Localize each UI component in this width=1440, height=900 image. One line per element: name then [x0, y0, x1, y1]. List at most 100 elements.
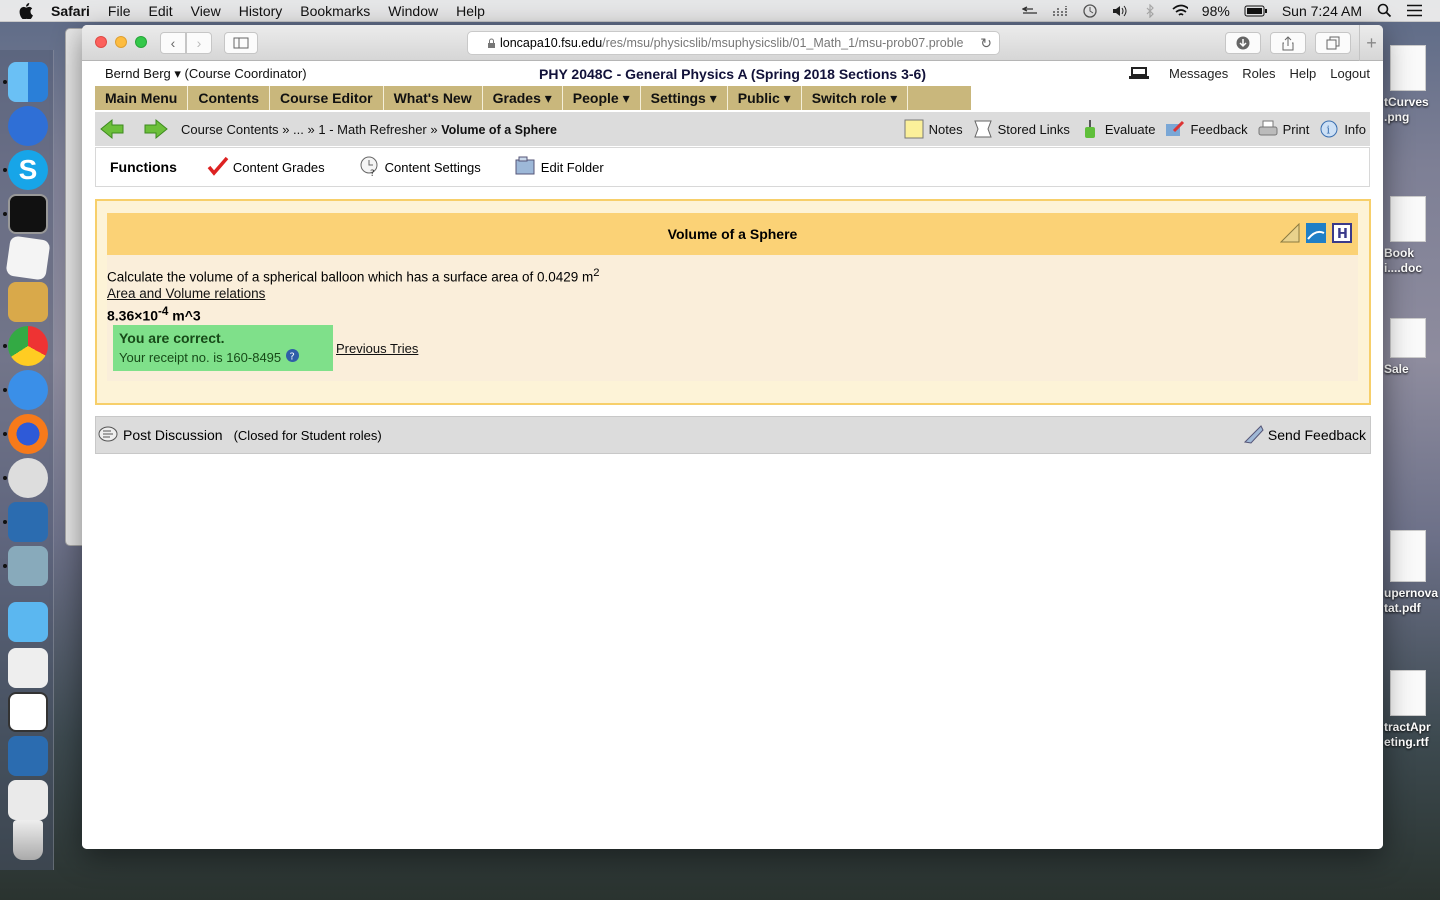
desktop-file[interactable]: tCurves .png	[1384, 45, 1440, 125]
menu-history[interactable]: History	[239, 3, 283, 19]
document-thumbnail-icon[interactable]	[8, 692, 48, 732]
nav-switch-role[interactable]: Switch role ▾	[802, 86, 909, 110]
notes-tool[interactable]: Notes	[904, 119, 963, 139]
menu-edit[interactable]: Edit	[148, 3, 172, 19]
evaluate-label: Evaluate	[1104, 121, 1156, 137]
volume-icon[interactable]	[1112, 4, 1128, 18]
desktop-file[interactable]: tractApr eting.rtf	[1384, 670, 1440, 750]
new-tab-button[interactable]: +	[1359, 25, 1383, 61]
terminal-icon[interactable]	[8, 194, 48, 234]
time-machine-icon[interactable]	[1082, 3, 1098, 18]
messages-link[interactable]: Messages	[1169, 66, 1228, 83]
finder-icon[interactable]	[8, 62, 48, 102]
zoom-window-button[interactable]	[135, 36, 147, 48]
menu-bookmarks[interactable]: Bookmarks	[300, 3, 370, 19]
area-volume-hint-link[interactable]: Area and Volume relations	[107, 286, 265, 301]
spotlight-search-icon[interactable]	[1376, 3, 1392, 18]
menu-window[interactable]: Window	[388, 3, 438, 19]
downloads-button[interactable]	[1225, 32, 1261, 54]
calendar-leaf-icon[interactable]	[8, 502, 48, 542]
share-icon	[1282, 35, 1294, 50]
minimize-window-button[interactable]	[115, 36, 127, 48]
desktop-file[interactable]: Sale	[1384, 318, 1440, 377]
nav-whats-new[interactable]: What's New	[384, 86, 483, 110]
reload-icon[interactable]: ↻	[980, 35, 992, 52]
nav-course-editor[interactable]: Course Editor	[270, 86, 384, 110]
user-menu[interactable]: Bernd Berg ▾ (Course Coordinator)	[105, 66, 307, 82]
messages-icon[interactable]	[1128, 66, 1149, 83]
forward-button[interactable]: ›	[186, 32, 212, 54]
logout-link[interactable]: Logout	[1330, 66, 1370, 83]
menu-file[interactable]: File	[108, 3, 131, 19]
ruler-icon[interactable]	[1279, 222, 1300, 246]
document-thumbnail-icon[interactable]	[8, 648, 48, 688]
stored-links-tool[interactable]: Stored Links	[973, 119, 1070, 139]
tabs-overview-button[interactable]	[1315, 32, 1351, 54]
x11-icon[interactable]	[8, 458, 48, 498]
calendar-leaf-icon[interactable]	[8, 736, 48, 776]
previous-tries-link[interactable]: Previous Tries	[336, 341, 418, 356]
calculator-icon[interactable]	[8, 282, 48, 322]
evaluate-tool[interactable]: Evaluate	[1080, 119, 1156, 139]
help-question-icon[interactable]: ?	[285, 348, 300, 366]
desktop-file[interactable]: upernova tat.pdf	[1384, 530, 1440, 616]
address-bar[interactable]: loncapa10.fsu.edu/res/msu/physicslib/msu…	[467, 31, 1000, 55]
menubar-clock[interactable]: Sun 7:24 AM	[1282, 3, 1362, 19]
network-status-icon[interactable]	[1052, 4, 1068, 18]
user-name[interactable]: Bernd Berg ▾	[105, 66, 181, 81]
nav-main-menu[interactable]: Main Menu	[95, 86, 189, 110]
lon-capa-page: PHY 2048C - General Physics A (Spring 20…	[82, 62, 1383, 849]
nav-contents[interactable]: Contents	[188, 86, 271, 110]
back-button[interactable]: ‹	[160, 32, 186, 54]
textedit-icon[interactable]	[5, 235, 51, 281]
sidebar-button[interactable]	[224, 32, 258, 54]
nav-public[interactable]: Public ▾	[728, 86, 802, 110]
print-tool[interactable]: Print	[1258, 119, 1309, 139]
safari-icon[interactable]	[8, 370, 48, 410]
wifi-icon[interactable]	[1172, 4, 1188, 18]
screenshot-thumbnail-icon[interactable]	[8, 780, 48, 820]
bluetooth-icon[interactable]	[1142, 3, 1158, 18]
menu-safari[interactable]: Safari	[51, 3, 90, 19]
send-feedback-link[interactable]: Send Feedback	[1243, 424, 1366, 447]
share-button[interactable]	[1270, 32, 1306, 54]
trash-icon[interactable]	[13, 820, 43, 860]
problem-body: Calculate the volume of a spherical ball…	[107, 255, 1358, 381]
desktop-file[interactable]: Book i....doc	[1384, 196, 1440, 276]
skype-icon[interactable]: S	[8, 150, 48, 190]
breadcrumb-course-contents[interactable]: Course Contents	[181, 122, 279, 137]
breadcrumb-ellipsis[interactable]: ...	[293, 122, 304, 137]
battery-icon[interactable]	[1244, 4, 1268, 18]
preview-icon[interactable]	[8, 546, 48, 586]
roles-link[interactable]: Roles	[1242, 66, 1275, 83]
menu-view[interactable]: View	[191, 3, 221, 19]
html-editor-icon[interactable]: H	[1332, 223, 1352, 246]
previous-arrow-icon[interactable]	[99, 118, 125, 140]
notification-center-icon[interactable]	[1406, 4, 1422, 18]
apple-icon[interactable]	[19, 2, 35, 19]
nav-people[interactable]: People ▾	[563, 86, 641, 110]
edit-problem-icon[interactable]	[1306, 223, 1326, 246]
post-discussion-link[interactable]: Post Discussion	[123, 427, 223, 443]
stored-links-label: Stored Links	[997, 121, 1070, 137]
content-grades-link[interactable]: Content Grades	[207, 156, 325, 179]
receipt-number: Your receipt no. is 160-8495	[119, 349, 282, 365]
unknown-status-icon[interactable]	[1021, 4, 1038, 18]
chrome-icon[interactable]	[8, 326, 48, 366]
next-arrow-icon[interactable]	[143, 118, 169, 140]
menu-help[interactable]: Help	[456, 3, 485, 19]
folder-icon[interactable]	[8, 602, 48, 642]
content-settings-link[interactable]: ? Content Settings	[359, 155, 481, 180]
nav-grades[interactable]: Grades ▾	[483, 86, 563, 110]
edit-folder-link[interactable]: Edit Folder	[515, 156, 604, 179]
nav-settings[interactable]: Settings ▾	[641, 86, 728, 110]
running-indicator	[3, 212, 7, 216]
feedback-tool[interactable]: Feedback	[1165, 119, 1248, 139]
thunderbird-icon[interactable]	[8, 106, 48, 146]
info-tool[interactable]: i Info	[1319, 119, 1366, 139]
breadcrumb-math-refresher[interactable]: 1 - Math Refresher	[318, 122, 426, 137]
discussion-icon[interactable]	[97, 425, 119, 445]
firefox-icon[interactable]	[8, 414, 48, 454]
close-window-button[interactable]	[95, 36, 107, 48]
help-link[interactable]: Help	[1289, 66, 1316, 83]
